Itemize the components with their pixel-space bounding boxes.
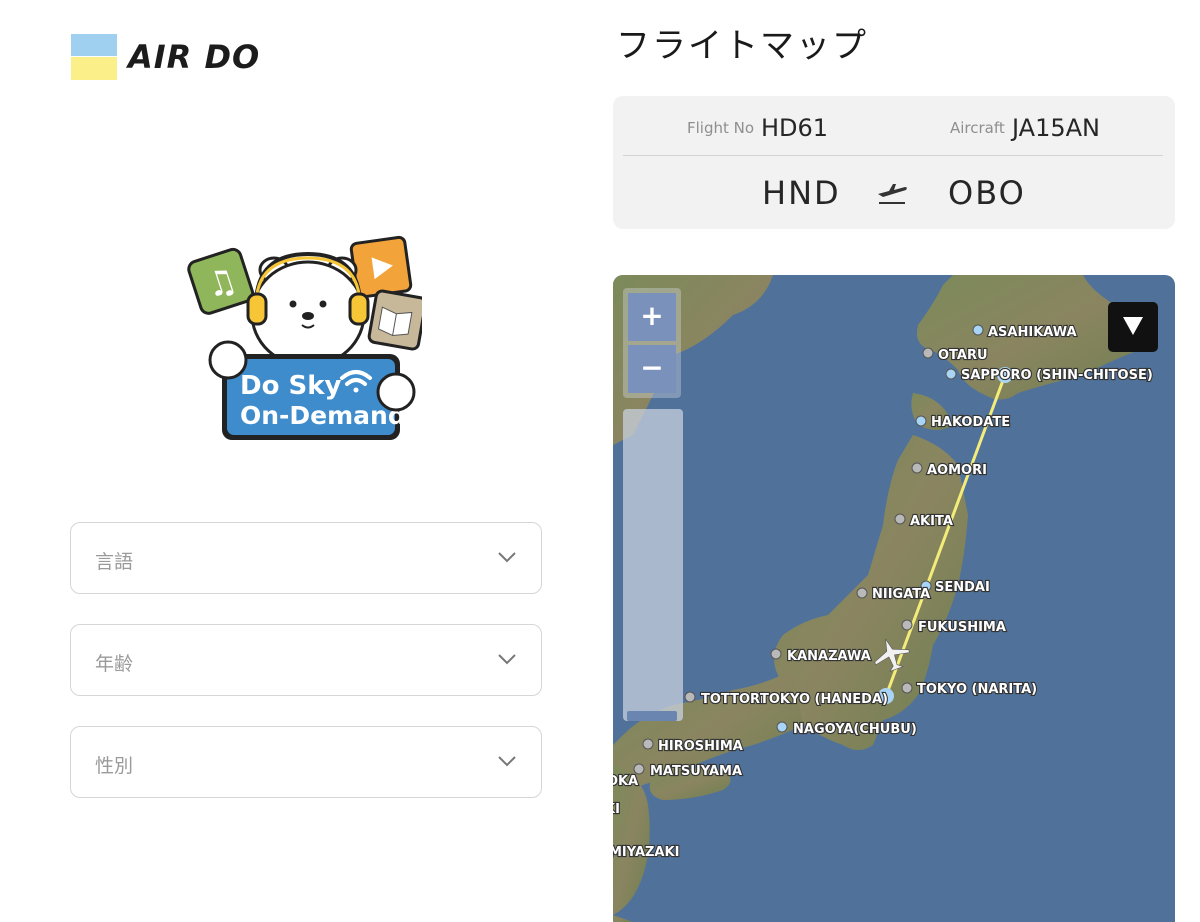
triangle-down-icon	[1123, 317, 1143, 335]
flight-info-card: Flight No HD61 Aircraft JA15AN HND OBO	[613, 96, 1175, 229]
city-label-kanazawa: KANAZAWA	[787, 649, 871, 664]
divider	[623, 155, 1163, 156]
aircraft-label: Aircraft	[950, 119, 1005, 137]
chevron-down-icon	[498, 654, 516, 665]
city-label-niigata: NIIGATA	[872, 587, 930, 602]
city-label-aomori: AOMORI	[927, 463, 987, 478]
city-dot-tokyo-narita	[901, 682, 913, 694]
city-dot-matsuyama	[633, 763, 645, 775]
zoom-in-button[interactable]: +	[628, 293, 676, 341]
language-select[interactable]: 言語	[70, 522, 542, 594]
city-dot-fukushima	[901, 619, 913, 631]
brand-logo-text: AIR DO	[128, 38, 261, 76]
flight-no-value: HD61	[761, 114, 829, 142]
gender-select[interactable]: 性別	[70, 726, 542, 798]
city-dot-aomori	[911, 462, 923, 474]
city-label-ki: KI	[613, 802, 620, 817]
zoom-slider[interactable]	[623, 409, 683, 721]
city-label-fukushima: FUKUSHIMA	[918, 620, 1006, 635]
city-dot-akita	[894, 513, 906, 525]
flight-no-label: Flight No	[687, 119, 755, 137]
japan-map: ASAHIKAWA OTARU SAPPORO (SHIN-CHITOSE) H…	[613, 275, 1154, 922]
city-dot-hiroshima	[642, 738, 654, 750]
city-label-tokyo-narita: TOKYO (NARITA)	[917, 682, 1037, 697]
city-label-nagoya: NAGOYA(CHUBU)	[793, 722, 917, 737]
city-label-matsuyama: MATSUYAMA	[650, 764, 742, 779]
zoom-out-button[interactable]: −	[628, 345, 676, 393]
city-dot-otaru	[922, 347, 934, 359]
departure-plane-icon	[878, 184, 907, 204]
page-title: フライトマップ	[616, 26, 868, 66]
gender-placeholder: 性別	[95, 755, 134, 777]
city-label-tottori: TOTTORI	[701, 692, 765, 707]
city-dot-tottori	[684, 691, 696, 703]
destination-airport: OBO	[948, 174, 1026, 212]
mascot-line1: Do Sky	[240, 371, 342, 401]
zoom-controls: + −	[623, 288, 681, 398]
city-label-hakodate: HAKODATE	[931, 415, 1010, 430]
city-dot-asahikawa	[972, 324, 984, 336]
age-placeholder: 年齢	[95, 653, 134, 675]
city-label-tokyo-haneda: TOKYO (HANEDA)	[760, 692, 888, 707]
city-label-sapporo: SAPPORO (SHIN-CHITOSE)	[961, 368, 1153, 383]
city-label-akita: AKITA	[910, 514, 953, 529]
city-label-asahikawa: ASAHIKAWA	[988, 325, 1077, 340]
flight-map[interactable]: ASAHIKAWA OTARU SAPPORO (SHIN-CHITOSE) H…	[613, 275, 1175, 922]
city-label-sendai: SENDAI	[935, 580, 990, 595]
city-dot-niigata	[856, 587, 868, 599]
map-toggle-button[interactable]	[1108, 302, 1158, 352]
city-label-miyazaki: MIYAZAKI	[613, 845, 679, 860]
city-dot-kanazawa	[770, 648, 782, 660]
mascot-line2: On-Demand	[240, 401, 406, 430]
zoom-slider-thumb[interactable]	[627, 711, 677, 721]
chevron-down-icon	[498, 552, 516, 563]
city-label-otaru: OTARU	[938, 348, 988, 363]
chevron-down-icon	[498, 756, 516, 767]
origin-airport: HND	[762, 174, 841, 212]
logo-mark	[71, 34, 117, 80]
city-dot-hakodate	[915, 415, 927, 427]
city-dot-nagoya	[776, 721, 788, 733]
language-placeholder: 言語	[95, 551, 134, 573]
do-sky-on-demand-mascot: ♫ Do Sky On-Demand	[187, 235, 422, 440]
city-label-oka: OKA	[613, 774, 638, 789]
city-dot-sapporo	[945, 368, 957, 380]
city-label-hiroshima: HIROSHIMA	[658, 739, 743, 754]
aircraft-value: JA15AN	[1012, 114, 1100, 142]
age-select[interactable]: 年齢	[70, 624, 542, 696]
